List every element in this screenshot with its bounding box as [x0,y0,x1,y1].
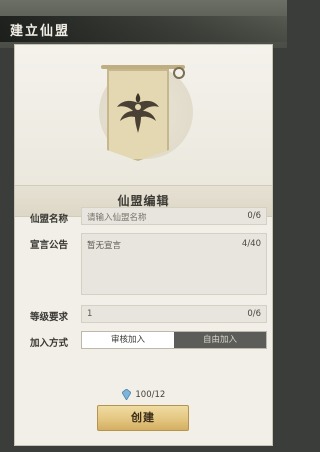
page-title: 建立仙盟 [10,24,71,39]
gem-icon [121,389,131,400]
level-requirement-count: 0/6 [247,309,261,319]
guild-name-count: 0/6 [247,211,261,221]
join-option-review[interactable]: 审核加入 [82,332,174,348]
declaration-textarea[interactable]: 暂无宣言 4/40 [81,233,267,295]
create-button[interactable]: 创建 [97,405,189,431]
declaration-label: 宣言公告 [30,240,69,251]
declaration-count: 4/40 [241,239,261,249]
cost-value: 100/12 [135,390,166,400]
level-requirement-label: 等级要求 [30,312,69,323]
level-requirement-value: 1 [87,309,93,319]
guild-name-input[interactable]: 请输入仙盟名称 0/6 [81,207,267,225]
join-method-label: 加入方式 [30,338,69,349]
phoenix-emblem-icon [117,93,159,133]
guild-name-label: 仙盟名称 [30,214,69,225]
guild-name-placeholder: 请输入仙盟名称 [87,213,147,223]
join-method-toggle: 审核加入 自由加入 [81,331,267,349]
level-requirement-input[interactable]: 1 0/6 [81,305,267,323]
banner-pole [101,65,185,69]
cost-row: 100/12 [15,389,272,400]
banner-ring-icon [173,67,185,79]
join-option-free[interactable]: 自由加入 [174,332,266,348]
guild-create-panel: 仙盟编辑 仙盟名称 请输入仙盟名称 0/6 宣言公告 暂无宣言 4/40 等级要… [14,44,273,446]
declaration-text: 暂无宣言 [87,241,122,251]
